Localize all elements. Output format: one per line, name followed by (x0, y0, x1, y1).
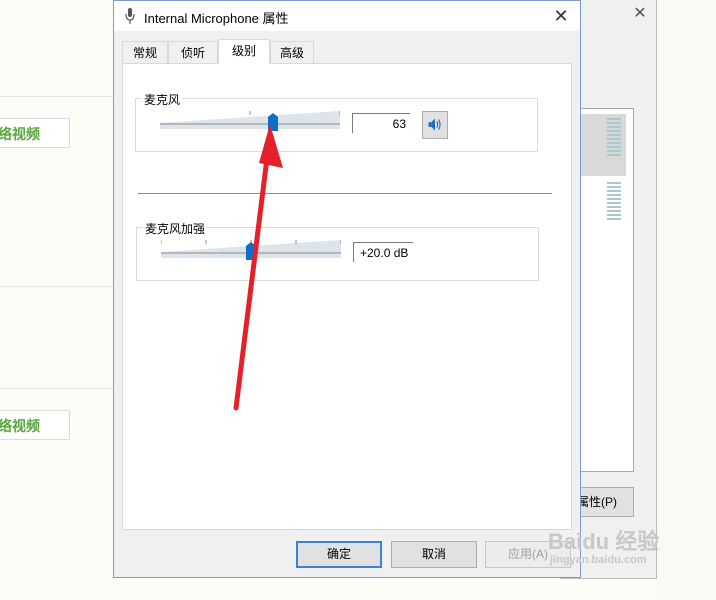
watermark-brand: Baidu 经验 (548, 529, 660, 554)
watermark-url: jingyan.baidu.com (550, 554, 647, 566)
tab-levels[interactable]: 级别 (218, 39, 270, 64)
baidu-watermark: Baidu 经验 jingyan.baidu.com (548, 529, 660, 567)
annotation-arrow (233, 124, 283, 411)
